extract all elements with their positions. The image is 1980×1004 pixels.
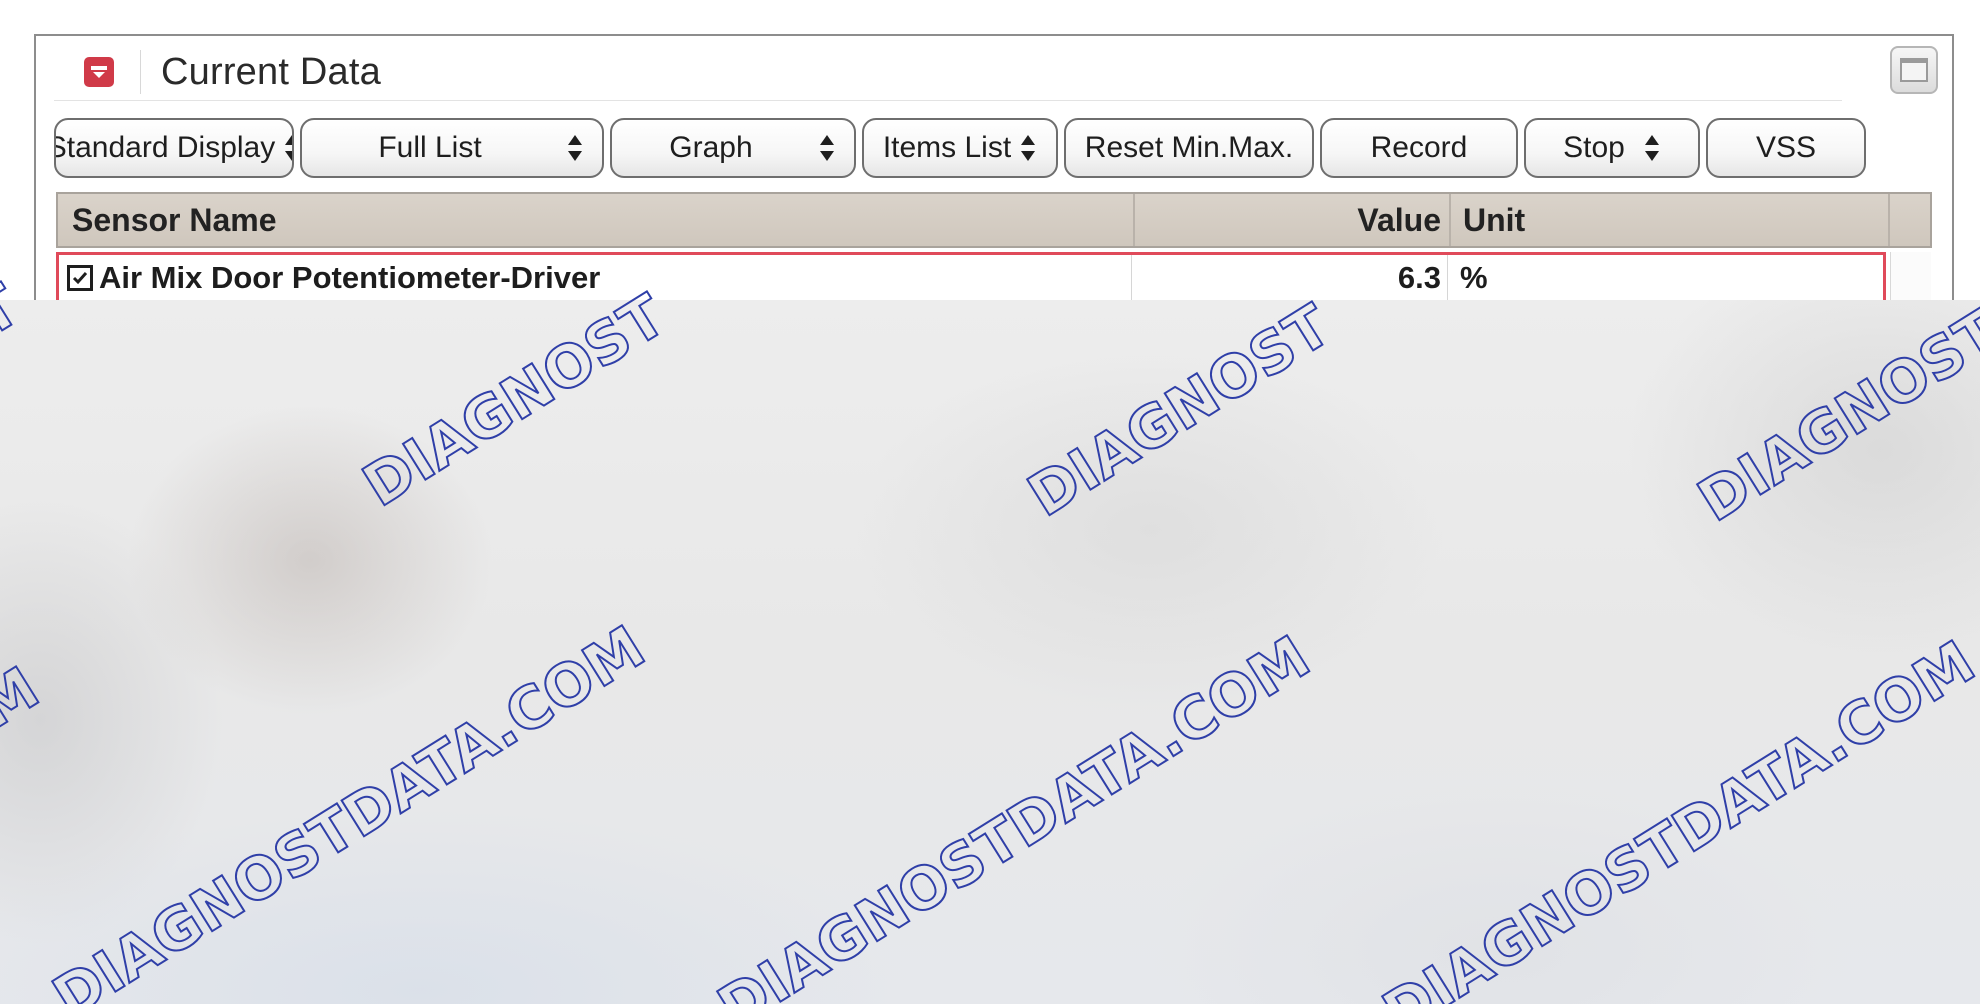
standard-display-label: Standard Display xyxy=(54,131,276,164)
sensor-unit: % xyxy=(1447,255,1877,301)
standard-display-dropdown[interactable]: Standard Display xyxy=(54,118,294,178)
window-restore-icon[interactable] xyxy=(1890,46,1938,94)
row-checkbox[interactable] xyxy=(67,265,93,291)
graph-dropdown[interactable]: Graph xyxy=(610,118,856,178)
current-data-panel: Current Data Standard Display Full List … xyxy=(34,34,1954,314)
sensor-value: 6.3 xyxy=(1131,255,1447,301)
table-header: Sensor Name Value Unit xyxy=(56,192,1932,248)
column-header-value[interactable]: Value xyxy=(1133,194,1449,246)
panel-title: Current Data xyxy=(161,50,381,93)
header-scroll-corner xyxy=(1888,194,1932,246)
spinner-arrows-icon xyxy=(1019,133,1037,163)
full-list-dropdown[interactable]: Full List xyxy=(300,118,604,178)
spinner-arrows-icon xyxy=(1643,133,1661,163)
column-header-unit[interactable]: Unit xyxy=(1449,194,1879,246)
spinner-arrows-icon xyxy=(566,133,584,163)
toolbar: Standard Display Full List Graph Items L… xyxy=(54,118,1934,180)
full-list-label: Full List xyxy=(378,131,482,164)
record-label: Record xyxy=(1370,131,1468,164)
spinner-arrows-icon xyxy=(283,133,292,163)
sensor-name-cell: Air Mix Door Potentiometer-Driver xyxy=(67,255,1127,301)
restore-icon-glyph xyxy=(1900,58,1928,82)
reset-min-max-label: Reset Min.Max. xyxy=(1084,131,1294,164)
blurred-background xyxy=(0,300,1980,1004)
sensor-name: Air Mix Door Potentiometer-Driver xyxy=(99,260,601,295)
panel-title-bar: Current Data xyxy=(54,44,1842,101)
items-list-dropdown[interactable]: Items List xyxy=(862,118,1058,178)
chevron-down-icon[interactable] xyxy=(84,57,114,87)
column-header-sensor-name[interactable]: Sensor Name xyxy=(72,194,1132,246)
stop-label: Stop xyxy=(1563,131,1625,164)
items-list-label: Items List xyxy=(882,131,1012,164)
reset-min-max-button[interactable]: Reset Min.Max. xyxy=(1064,118,1314,178)
graph-label: Graph xyxy=(669,131,753,164)
vss-label: VSS xyxy=(1755,131,1817,164)
spinner-arrows-icon xyxy=(818,133,836,163)
table-row[interactable]: Air Mix Door Potentiometer-Driver 6.3 % xyxy=(56,252,1886,304)
record-button[interactable]: Record xyxy=(1320,118,1518,178)
vss-button[interactable]: VSS xyxy=(1706,118,1866,178)
title-divider xyxy=(140,50,141,94)
stop-dropdown[interactable]: Stop xyxy=(1524,118,1700,178)
